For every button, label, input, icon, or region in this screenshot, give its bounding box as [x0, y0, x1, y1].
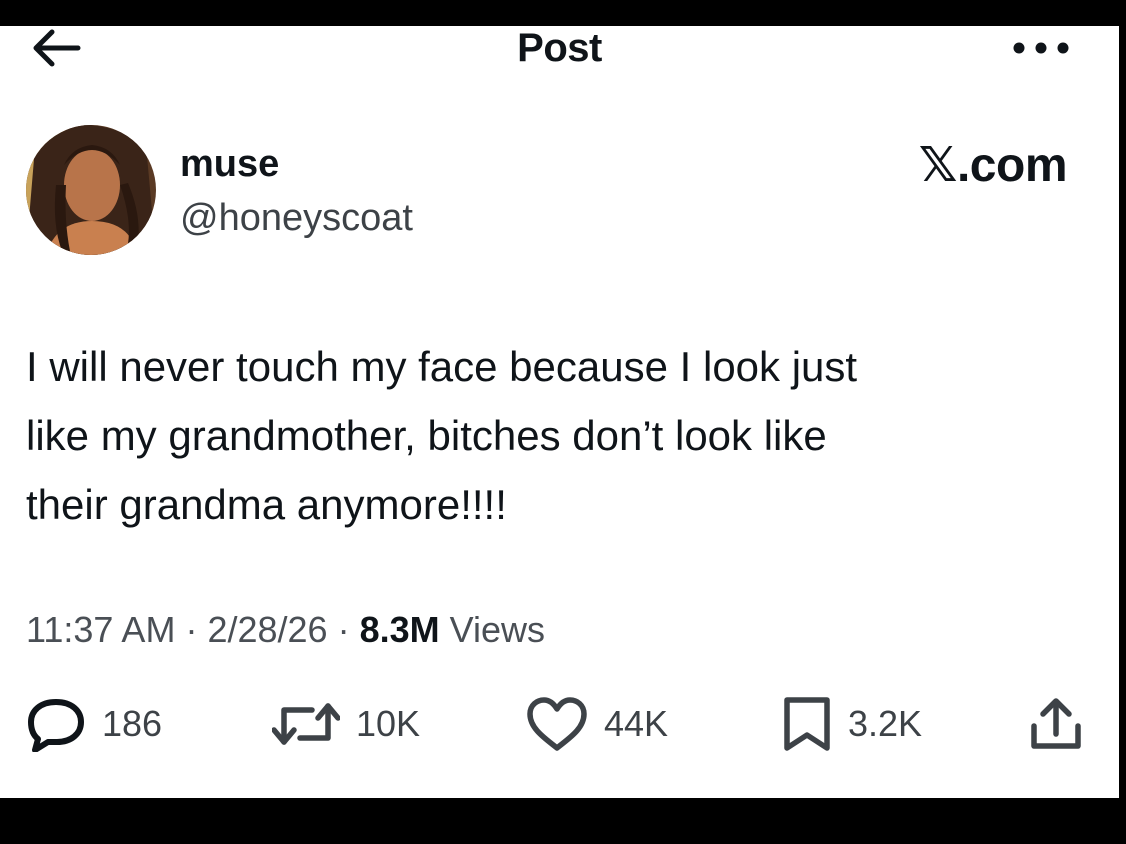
views-label: Views	[439, 609, 545, 650]
post-text: I will never touch my face because I loo…	[26, 332, 1066, 539]
post-card: Post muse @honeyscoat 𝕏.com I will never…	[0, 26, 1119, 798]
heart-icon	[527, 697, 587, 751]
post-date[interactable]: 2/28/26	[207, 609, 327, 650]
reply-button[interactable]: 186	[26, 694, 162, 754]
post-text-line: I will never touch my face because I loo…	[26, 343, 858, 390]
like-count: 44K	[604, 703, 669, 744]
post-text-line: their grandma anymore!!!!	[26, 481, 507, 528]
bookmark-count: 3.2K	[848, 703, 923, 744]
repost-button[interactable]: 10K	[272, 694, 420, 754]
more-horizontal-icon	[1013, 42, 1069, 54]
top-bar: Post	[0, 26, 1119, 76]
profile-photo	[26, 125, 156, 255]
avatar[interactable]	[26, 125, 156, 255]
bookmark-icon	[784, 697, 830, 751]
separator: ·	[327, 609, 360, 650]
page-title: Post	[517, 26, 602, 70]
views-count: 8.3M	[359, 609, 440, 650]
user-handle[interactable]: @honeyscoat	[180, 196, 413, 240]
action-bar: 186 10K 44K 3.2K	[0, 694, 1119, 754]
repost-count: 10K	[356, 703, 421, 744]
share-icon	[1031, 698, 1081, 749]
post-time[interactable]: 11:37 AM	[26, 609, 175, 650]
share-button[interactable]	[1028, 694, 1084, 754]
separator: ·	[175, 609, 208, 650]
reply-count: 186	[102, 703, 163, 744]
post-text-line: like my grandmother, bitches don’t look …	[26, 412, 827, 459]
more-options-button[interactable]	[1011, 38, 1071, 58]
repost-icon	[272, 703, 340, 745]
screenshot-frame: Post muse @honeyscoat 𝕏.com I will never…	[0, 0, 1126, 844]
site-brand: 𝕏.com	[918, 139, 1068, 192]
reply-icon	[28, 699, 84, 752]
bookmark-button[interactable]: 3.2K	[782, 694, 922, 754]
post-metadata: 11:37 AM · 2/28/26 · 8.3M Views	[26, 608, 545, 652]
like-button[interactable]: 44K	[526, 694, 668, 754]
display-name[interactable]: muse	[180, 142, 279, 186]
